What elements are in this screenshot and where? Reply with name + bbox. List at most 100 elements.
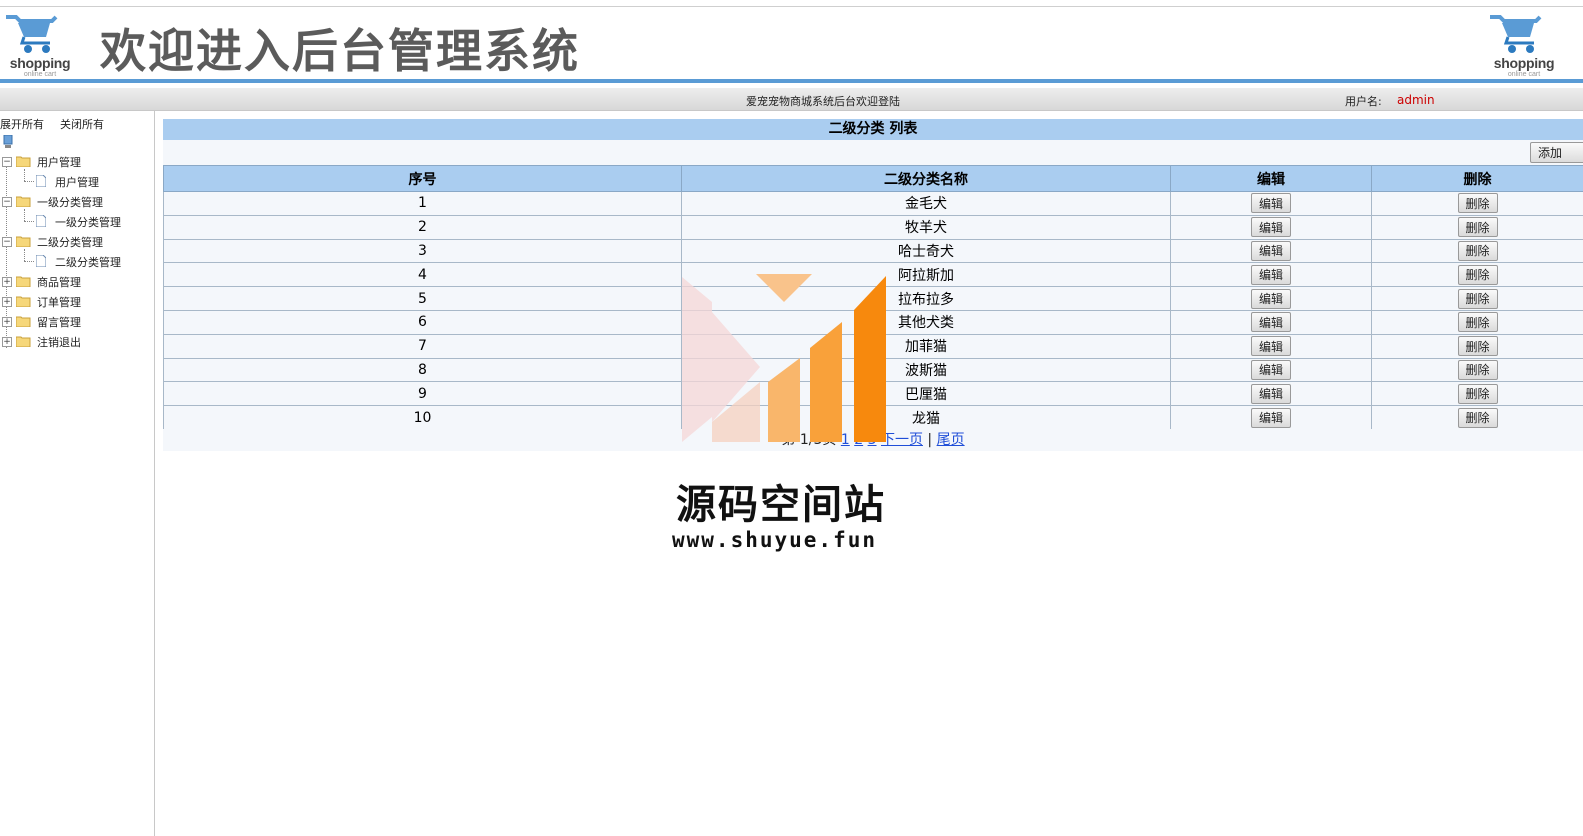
delete-button[interactable]: 删除	[1457, 193, 1498, 214]
delete-button[interactable]: 删除	[1457, 288, 1498, 309]
collapse-icon[interactable]: −	[2, 197, 12, 207]
column-header-edit: 编辑	[1170, 165, 1372, 192]
row-name: 阿拉斯加	[681, 262, 1171, 288]
edit-button[interactable]: 编辑	[1251, 217, 1291, 238]
delete-button[interactable]: 删除	[1457, 407, 1498, 428]
table-header-row: 序号 二级分类名称 编辑 删除	[163, 165, 1583, 192]
add-button[interactable]: 添加	[1530, 142, 1583, 163]
table-row: 6 其他犬类 编辑 删除	[163, 309, 1583, 335]
row-edit-cell: 编辑	[1170, 405, 1372, 430]
pagination: 第 1/3页 1 2 3 下一页 | 尾页	[163, 429, 1583, 451]
edit-button[interactable]: 编辑	[1251, 312, 1291, 333]
row-no: 6	[163, 309, 682, 335]
next-page-link[interactable]: 下一页	[881, 432, 923, 448]
delete-button[interactable]: 删除	[1457, 383, 1498, 404]
row-no: 4	[163, 262, 682, 288]
delete-button[interactable]: 删除	[1457, 264, 1498, 285]
row-name: 加菲猫	[681, 333, 1171, 359]
row-delete-cell: 删除	[1371, 333, 1583, 359]
header: shopping online cart 欢迎进入后台管理系统 shopping…	[0, 7, 1583, 79]
expand-icon[interactable]: +	[2, 317, 12, 327]
row-name: 龙猫	[681, 405, 1171, 430]
username-value: admin	[1397, 93, 1435, 107]
page-link-3[interactable]: 3	[868, 432, 877, 448]
row-delete-cell: 删除	[1371, 381, 1583, 407]
edit-button[interactable]: 编辑	[1251, 407, 1291, 428]
row-edit-cell: 编辑	[1170, 333, 1372, 359]
info-bar: 爱宠宠物商城系统后台欢迎登陆 用户名: admin	[0, 88, 1583, 111]
edit-button[interactable]: 编辑	[1251, 240, 1291, 261]
list-title: 二级分类 列表	[163, 119, 1583, 140]
edit-button[interactable]: 编辑	[1251, 264, 1291, 285]
row-edit-cell: 编辑	[1170, 262, 1372, 288]
header-divider	[0, 79, 1583, 83]
expand-icon[interactable]: +	[2, 297, 12, 307]
page-icon	[36, 215, 46, 227]
shopping-cart-logo-right: shopping online cart	[1488, 11, 1568, 79]
row-edit-cell: 编辑	[1170, 238, 1372, 264]
page-link-1[interactable]: 1	[841, 432, 850, 448]
watermark-url: www.shuyue.fun	[672, 528, 878, 552]
edit-button[interactable]: 编辑	[1251, 193, 1291, 214]
watermark-title: 源码空间站	[676, 482, 886, 528]
page-link-2[interactable]: 2	[854, 432, 863, 448]
delete-button[interactable]: 删除	[1457, 217, 1498, 238]
collapse-all-link[interactable]: 关闭所有	[60, 116, 104, 132]
tree-connector	[24, 181, 34, 182]
sidebar-tree: 展开所有 关闭所有 − 用户管理 用户管理 − 一级分类管理 一级分类管理 − …	[0, 111, 155, 836]
expand-icon[interactable]: +	[2, 337, 12, 347]
row-edit-cell: 编辑	[1170, 214, 1372, 240]
edit-button[interactable]: 编辑	[1251, 359, 1291, 380]
row-no: 8	[163, 357, 682, 383]
row-no: 7	[163, 333, 682, 359]
edit-button[interactable]: 编辑	[1251, 383, 1291, 404]
row-edit-cell: 编辑	[1170, 309, 1372, 335]
row-no: 9	[163, 381, 682, 407]
row-edit-cell: 编辑	[1170, 286, 1372, 311]
last-page-link[interactable]: 尾页	[937, 432, 965, 448]
row-delete-cell: 删除	[1371, 214, 1583, 240]
row-no: 1	[163, 191, 682, 216]
toolbar: 添加	[163, 140, 1583, 165]
site-title: 欢迎进入后台管理系统	[100, 24, 580, 78]
folder-icon	[16, 276, 31, 287]
edit-button[interactable]: 编辑	[1251, 288, 1291, 309]
row-delete-cell: 删除	[1371, 262, 1583, 288]
expand-icon[interactable]: +	[2, 277, 12, 287]
row-delete-cell: 删除	[1371, 286, 1583, 311]
column-header-name: 二级分类名称	[681, 165, 1171, 192]
table-row: 7 加菲猫 编辑 删除	[163, 333, 1583, 359]
row-name: 牧羊犬	[681, 214, 1171, 240]
delete-button[interactable]: 删除	[1457, 336, 1498, 357]
pager-separator: |	[927, 432, 933, 448]
row-delete-cell: 删除	[1371, 357, 1583, 383]
row-delete-cell: 删除	[1371, 405, 1583, 430]
page-icon	[36, 175, 46, 187]
tree-connector	[24, 221, 34, 222]
row-no: 10	[163, 405, 682, 430]
computer-icon	[3, 135, 13, 148]
table-row: 1 金毛犬 编辑 删除	[163, 191, 1583, 216]
table-row: 3 哈士奇犬 编辑 删除	[163, 238, 1583, 264]
row-edit-cell: 编辑	[1170, 357, 1372, 383]
table-row: 4 阿拉斯加 编辑 删除	[163, 262, 1583, 288]
row-delete-cell: 删除	[1371, 309, 1583, 335]
collapse-icon[interactable]: −	[2, 157, 12, 167]
delete-button[interactable]: 删除	[1457, 312, 1498, 333]
row-edit-cell: 编辑	[1170, 191, 1372, 216]
welcome-text: 爱宠宠物商城系统后台欢迎登陆	[746, 95, 900, 108]
category-table: 序号 二级分类名称 编辑 删除 1 金毛犬 编辑 删除 2 牧羊犬 编辑 删除 3 哈士奇犬 编辑删…	[163, 165, 1583, 430]
delete-button[interactable]: 删除	[1457, 240, 1498, 261]
folder-icon	[16, 316, 31, 327]
page-icon	[36, 255, 46, 267]
collapse-icon[interactable]: −	[2, 237, 12, 247]
delete-button[interactable]: 删除	[1457, 359, 1498, 380]
page-info: 第 1/3页	[781, 432, 837, 448]
tree-connector	[24, 209, 25, 221]
edit-button[interactable]: 编辑	[1251, 336, 1291, 357]
expand-all-link[interactable]: 展开所有	[0, 116, 44, 132]
row-name: 哈士奇犬	[681, 238, 1171, 264]
folder-open-icon	[16, 156, 31, 167]
table-row: 2 牧羊犬 编辑 删除	[163, 214, 1583, 240]
row-delete-cell: 删除	[1371, 238, 1583, 264]
